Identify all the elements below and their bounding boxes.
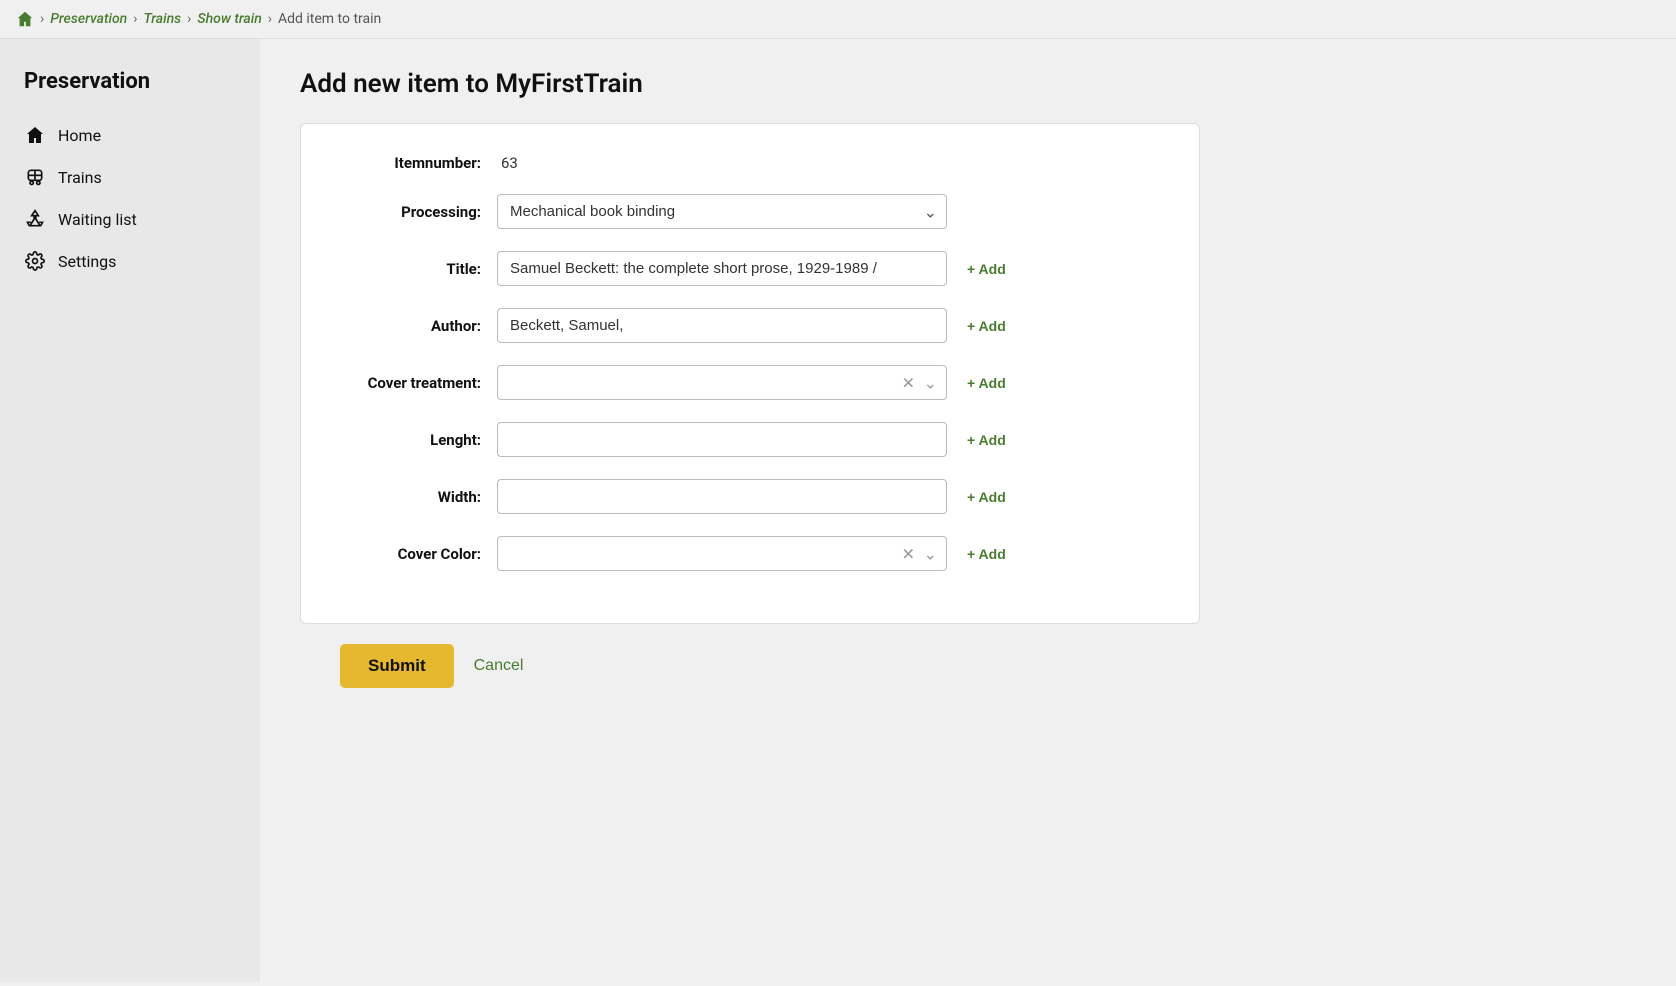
length-row: Lenght: + Add [341, 422, 1159, 457]
itemnumber-label: Itemnumber: [341, 154, 481, 172]
page-title: Add new item to MyFirstTrain [300, 69, 1636, 99]
width-input[interactable] [497, 479, 947, 514]
breadcrumb-sep-4: › [268, 11, 272, 27]
breadcrumb-current: Add item to train [278, 11, 381, 27]
sidebar-item-waiting-list[interactable]: Waiting list [0, 198, 260, 240]
cover-treatment-label: Cover treatment: [341, 374, 481, 392]
form-actions: Submit Cancel [300, 624, 1636, 698]
title-input[interactable] [497, 251, 947, 286]
breadcrumb-sep-3: › [187, 11, 191, 27]
cover-color-select-wrapper: ✕ ⌄ [497, 536, 947, 571]
breadcrumb-preservation[interactable]: Preservation [50, 11, 127, 27]
processing-select[interactable]: Mechanical book binding Hand binding Dig… [497, 194, 947, 229]
cover-treatment-clear-icon[interactable]: ✕ [902, 373, 915, 392]
breadcrumb-sep-2: › [133, 11, 137, 27]
width-add-button[interactable]: + Add [963, 489, 1010, 505]
form-card: Itemnumber: 63 Processing: Mechanical bo… [300, 123, 1200, 624]
sidebar-home-label: Home [58, 126, 101, 145]
cover-treatment-row: Cover treatment: ✕ ⌄ + Add [341, 365, 1159, 400]
sidebar-item-trains[interactable]: Trains [0, 156, 260, 198]
author-add-button[interactable]: + Add [963, 318, 1010, 334]
cover-color-row: Cover Color: ✕ ⌄ + Add [341, 536, 1159, 571]
cover-treatment-select[interactable] [497, 365, 947, 400]
itemnumber-row: Itemnumber: 63 [341, 154, 1159, 172]
train-icon [24, 166, 46, 188]
breadcrumb-show-train[interactable]: Show train [197, 11, 261, 27]
width-label: Width: [341, 488, 481, 506]
length-add-button[interactable]: + Add [963, 432, 1010, 448]
sidebar-settings-label: Settings [58, 252, 116, 271]
width-row: Width: + Add [341, 479, 1159, 514]
sidebar-title: Preservation [0, 59, 260, 114]
processing-label: Processing: [341, 203, 481, 221]
main-content: Add new item to MyFirstTrain Itemnumber:… [260, 39, 1676, 982]
breadcrumb-trains[interactable]: Trains [143, 11, 181, 27]
cover-treatment-add-button[interactable]: + Add [963, 375, 1010, 391]
layout: Preservation Home T [0, 39, 1676, 982]
title-add-button[interactable]: + Add [963, 261, 1010, 277]
home-icon [24, 124, 46, 146]
itemnumber-value: 63 [497, 154, 518, 172]
settings-icon [24, 250, 46, 272]
cover-color-clear-icon[interactable]: ✕ [902, 544, 915, 563]
cover-treatment-select-wrapper: ✕ ⌄ [497, 365, 947, 400]
breadcrumb: › Preservation › Trains › Show train › A… [0, 0, 1676, 39]
sidebar-item-settings[interactable]: Settings [0, 240, 260, 282]
cover-color-add-button[interactable]: + Add [963, 546, 1010, 562]
sidebar-item-home[interactable]: Home [0, 114, 260, 156]
cancel-button[interactable]: Cancel [474, 657, 524, 675]
cover-color-select[interactable] [497, 536, 947, 571]
author-input[interactable] [497, 308, 947, 343]
length-input[interactable] [497, 422, 947, 457]
length-label: Lenght: [341, 431, 481, 449]
breadcrumb-sep-1: › [40, 11, 44, 27]
sidebar: Preservation Home T [0, 39, 260, 982]
home-breadcrumb-icon[interactable] [16, 10, 34, 28]
title-row: Title: + Add [341, 251, 1159, 286]
processing-select-wrapper: Mechanical book binding Hand binding Dig… [497, 194, 947, 229]
author-row: Author: + Add [341, 308, 1159, 343]
recycle-icon [24, 208, 46, 230]
sidebar-trains-label: Trains [58, 168, 102, 187]
sidebar-waiting-label: Waiting list [58, 210, 137, 229]
author-label: Author: [341, 317, 481, 335]
cover-color-label: Cover Color: [341, 545, 481, 563]
title-label: Title: [341, 260, 481, 278]
processing-row: Processing: Mechanical book binding Hand… [341, 194, 1159, 229]
submit-button[interactable]: Submit [340, 644, 454, 688]
